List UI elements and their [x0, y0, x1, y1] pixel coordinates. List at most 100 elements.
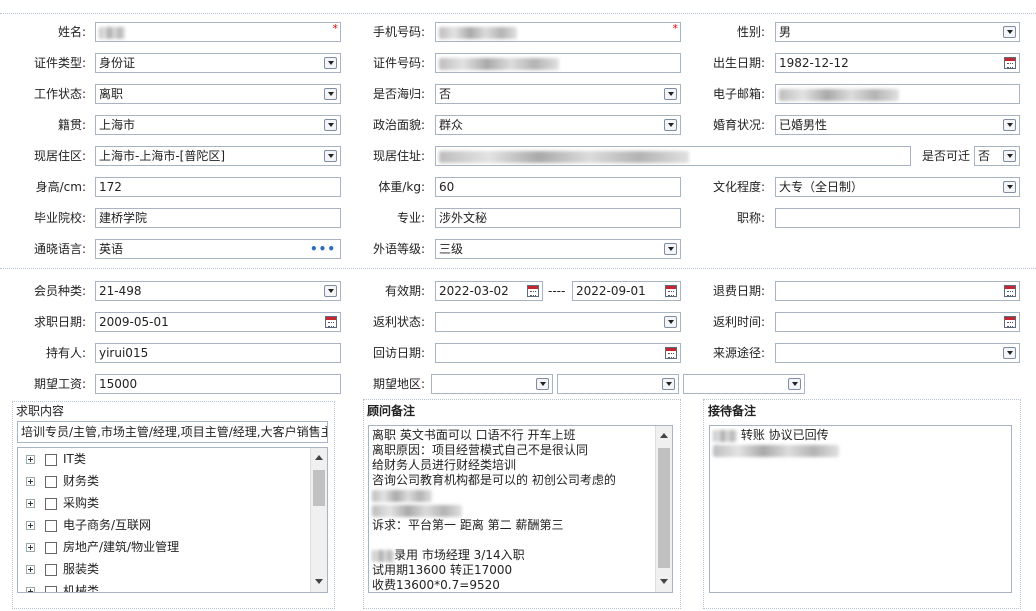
expected-salary-field[interactable]: 15000 — [95, 374, 341, 394]
scroll-down-icon[interactable] — [311, 574, 327, 590]
rebate-status-select[interactable] — [435, 312, 681, 332]
source-select[interactable] — [775, 343, 1020, 363]
language-field[interactable]: 英语 ••• — [95, 239, 341, 259]
weight-field[interactable]: 60 — [435, 177, 681, 197]
major-field[interactable]: 涉外文秘 — [435, 208, 681, 228]
expand-icon[interactable] — [26, 455, 35, 464]
notes-scrollbar[interactable] — [655, 426, 672, 592]
language-level-select[interactable]: 三级 — [435, 239, 681, 259]
chevron-down-icon[interactable] — [1003, 119, 1016, 131]
native-place-select[interactable]: 上海市 — [95, 115, 341, 135]
expand-icon[interactable] — [26, 565, 35, 574]
consultant-notes-textarea[interactable]: 离职 英文书面可以 口语不行 开车上班 离职原因：项目经营模式自己不是很认同 给… — [368, 425, 673, 593]
chevron-down-icon[interactable] — [662, 378, 675, 390]
note-line: 咨询公司教育机构都是可以的 初创公司考虑的 — [372, 473, 616, 487]
chevron-down-icon[interactable] — [1003, 26, 1016, 38]
calendar-icon[interactable] — [1004, 285, 1016, 297]
relocatable-select[interactable]: 否 — [974, 146, 1020, 166]
expand-icon[interactable] — [26, 543, 35, 552]
phone-field[interactable]: * — [435, 22, 681, 42]
tree-checkbox[interactable] — [45, 541, 57, 554]
tree-item-apparel[interactable]: 服装类 — [26, 558, 99, 580]
expected-area-city-select[interactable] — [557, 374, 679, 394]
refund-date-field[interactable] — [775, 281, 1020, 301]
work-status-select[interactable]: 离职 — [95, 84, 341, 104]
validity-start-field[interactable]: 2022-03-02 — [435, 281, 543, 301]
job-category-tree[interactable]: IT类 财务类 采购类 电子商务/互联网 房地产/建筑/物业管理 服装类 机械类 — [17, 447, 328, 593]
expected-area-district-select[interactable] — [683, 374, 805, 394]
title-field[interactable] — [775, 208, 1020, 228]
email-field[interactable] — [775, 84, 1020, 104]
name-field[interactable]: * — [95, 22, 341, 42]
chevron-down-icon[interactable] — [324, 57, 337, 69]
expand-icon[interactable] — [26, 499, 35, 508]
chevron-down-icon[interactable] — [664, 316, 677, 328]
tree-checkbox[interactable] — [45, 453, 57, 466]
scroll-up-icon[interactable] — [656, 428, 672, 444]
marital-select[interactable]: 已婚男性 — [775, 115, 1020, 135]
reception-notes-textarea[interactable]: 转账 协议已回传 — [709, 425, 1012, 593]
residence-area-select[interactable]: 上海市-上海市-[普陀区] — [95, 146, 341, 166]
tree-checkbox[interactable] — [45, 563, 57, 576]
birth-date-field[interactable]: 1982-12-12 — [775, 53, 1020, 73]
job-date-field[interactable]: 2009-05-01 — [95, 312, 341, 332]
more-options-icon[interactable]: ••• — [310, 243, 336, 255]
chevron-down-icon[interactable] — [324, 88, 337, 100]
expected-area-province-select[interactable] — [431, 374, 553, 394]
scroll-up-icon[interactable] — [311, 450, 327, 466]
tree-item-ecommerce[interactable]: 电子商务/互联网 — [26, 514, 151, 536]
overseas-select[interactable]: 否 — [435, 84, 681, 104]
tree-checkbox[interactable] — [45, 519, 57, 532]
chevron-down-icon[interactable] — [1003, 347, 1016, 359]
chevron-down-icon[interactable] — [664, 88, 677, 100]
calendar-icon[interactable] — [665, 347, 677, 359]
id-number-field[interactable] — [435, 53, 681, 73]
holder-field[interactable]: yirui015 — [95, 343, 341, 363]
chevron-down-icon[interactable] — [664, 119, 677, 131]
job-content-summary[interactable]: 培训专员/主管,市场主管/经理,项目主管/经理,大客户销售主 — [17, 421, 328, 443]
id-type-select[interactable]: 身份证 — [95, 53, 341, 73]
political-select[interactable]: 群众 — [435, 115, 681, 135]
chevron-down-icon[interactable] — [324, 150, 337, 162]
tree-checkbox[interactable] — [45, 497, 57, 510]
job-date-value: 2009-05-01 — [99, 315, 169, 329]
expand-icon[interactable] — [26, 521, 35, 530]
validity-separator: ---- — [548, 284, 566, 298]
calendar-icon[interactable] — [1004, 316, 1016, 328]
weight-label: 体重/kg: — [378, 180, 425, 194]
tree-checkbox[interactable] — [45, 585, 57, 592]
validity-end-field[interactable]: 2022-09-01 — [572, 281, 681, 301]
scroll-down-icon[interactable] — [656, 574, 672, 590]
chevron-down-icon[interactable] — [664, 243, 677, 255]
scroll-thumb[interactable] — [313, 470, 325, 506]
tree-item-finance[interactable]: 财务类 — [26, 470, 99, 492]
height-field[interactable]: 172 — [95, 177, 341, 197]
education-select[interactable]: 大专（全日制） — [775, 177, 1020, 197]
scroll-thumb[interactable] — [658, 448, 670, 568]
gender-select[interactable]: 男 — [775, 22, 1020, 42]
tree-checkbox[interactable] — [45, 475, 57, 488]
residence-area-label: 现居住区: — [33, 149, 86, 163]
rebate-time-field[interactable] — [775, 312, 1020, 332]
chevron-down-icon[interactable] — [788, 378, 801, 390]
calendar-icon[interactable] — [325, 316, 337, 328]
residence-address-field[interactable] — [435, 146, 911, 166]
school-field[interactable]: 建桥学院 — [95, 208, 341, 228]
calendar-icon[interactable] — [1004, 57, 1016, 69]
tree-item-purchasing[interactable]: 采购类 — [26, 492, 99, 514]
tree-item-realestate[interactable]: 房地产/建筑/物业管理 — [26, 536, 179, 558]
visit-date-field[interactable] — [435, 343, 681, 363]
expand-icon[interactable] — [26, 477, 35, 486]
chevron-down-icon[interactable] — [536, 378, 549, 390]
chevron-down-icon[interactable] — [1003, 150, 1016, 162]
tree-scrollbar[interactable] — [310, 448, 327, 592]
calendar-icon[interactable] — [527, 285, 539, 297]
member-type-select[interactable]: 21-498 — [95, 281, 341, 301]
calendar-icon[interactable] — [665, 285, 677, 297]
chevron-down-icon[interactable] — [324, 285, 337, 297]
expand-icon[interactable] — [26, 587, 35, 592]
tree-item-machinery[interactable]: 机械类 — [26, 580, 99, 592]
chevron-down-icon[interactable] — [1003, 181, 1016, 193]
chevron-down-icon[interactable] — [324, 119, 337, 131]
tree-item-it[interactable]: IT类 — [26, 448, 86, 470]
